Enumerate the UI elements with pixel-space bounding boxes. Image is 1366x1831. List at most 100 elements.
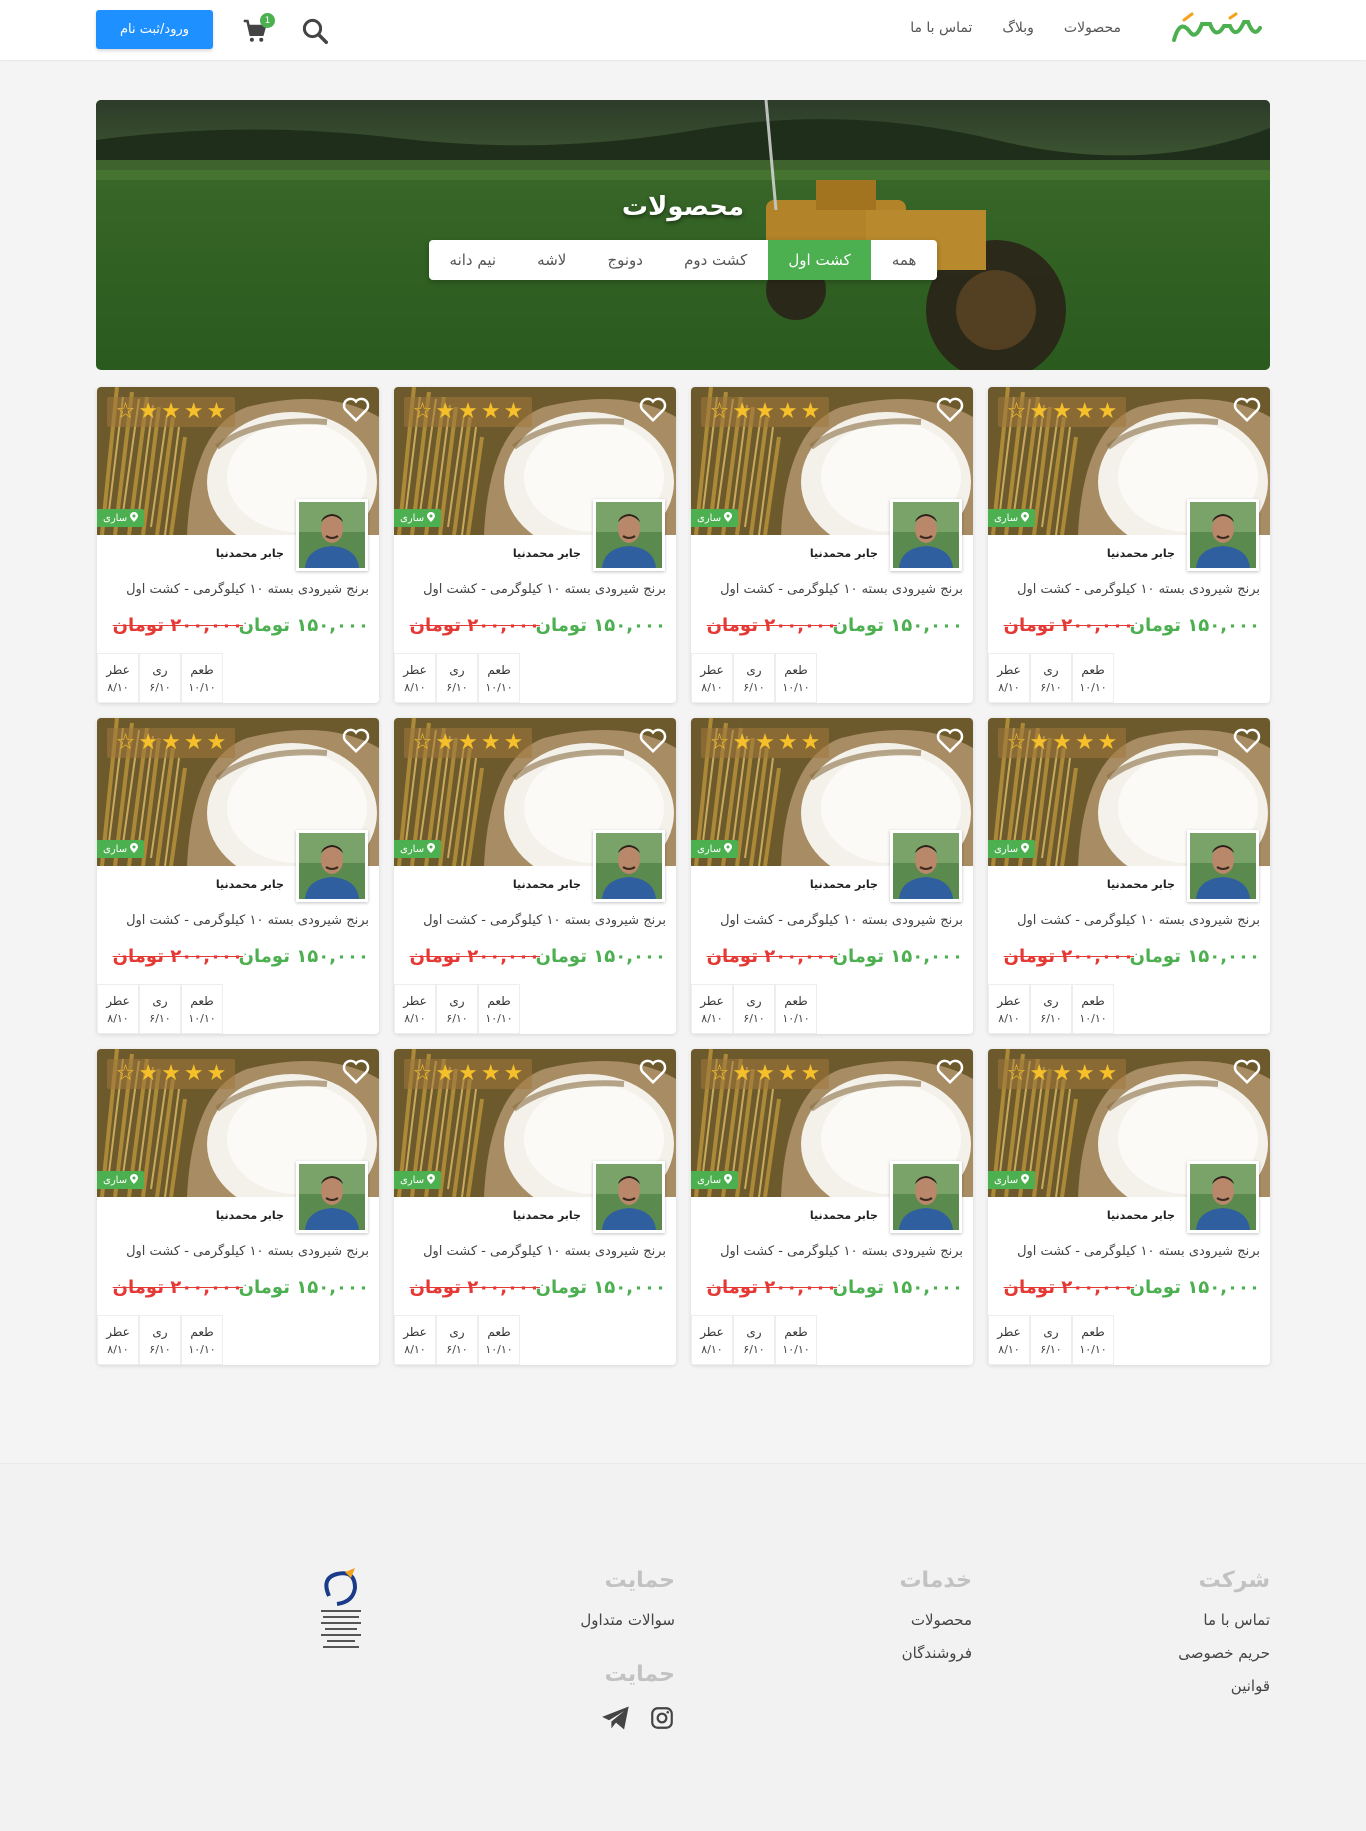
product-title[interactable]: برنج شیرودی بسته ۱۰ کیلوگرمی - کشت اول [126,582,369,597]
product-card[interactable]: ★ ★ ★ ★ ☆ ساری جابر محمدنیا برنج شیرودی بسته… [394,718,676,1034]
tab-all[interactable]: همه [871,240,937,280]
footer-link-products[interactable]: محصولات [899,1611,972,1629]
nav-contact[interactable]: تماس با ما [910,20,972,36]
star-filled-icon: ★ [161,1061,181,1086]
favorite-heart-icon[interactable] [638,395,668,423]
seller-avatar[interactable] [890,499,962,571]
seller-name[interactable]: جابر محمدنیا [513,1209,581,1222]
seller-name[interactable]: جابر محمدنیا [1107,1209,1175,1222]
nav-products[interactable]: محصولات [1064,20,1121,36]
footer-support: حمایت سوالات متداول [580,1568,675,1644]
product-card[interactable]: ★ ★ ★ ★ ☆ ساری جابر محمدنیا برنج شیرودی بسته… [691,718,973,1034]
favorite-heart-icon[interactable] [1232,395,1262,423]
attr-taste: طعم ۱۰/۱۰ [181,1315,223,1365]
attr-cooking: ری ۶/۱۰ [733,653,775,703]
enamad-trust-seal[interactable] [315,1566,367,1652]
favorite-heart-icon[interactable] [935,1057,965,1085]
price-current: ۱۵۰,۰۰۰ تومان [238,1277,369,1298]
footer-link-privacy[interactable]: حریم خصوصی [1178,1644,1270,1662]
quality-attributes: عطر ۸/۱۰ ری ۶/۱۰ طعم ۱۰/۱۰ [988,984,1114,1034]
tab-half-grain[interactable]: نیم دانه [429,240,517,280]
product-title[interactable]: برنج شیرودی بسته ۱۰ کیلوگرمی - کشت اول [1017,582,1260,597]
instagram-icon[interactable] [649,1705,675,1735]
tab-lasheh[interactable]: لاشه [517,240,587,280]
product-title[interactable]: برنج شیرودی بسته ۱۰ کیلوگرمی - کشت اول [1017,1244,1260,1259]
location-pin-icon [130,1173,139,1187]
star-filled-icon: ★ [435,730,456,755]
seller-avatar[interactable] [1187,1161,1259,1233]
location-badge: ساری [394,509,442,527]
price-original: ۲۰۰,۰۰۰ تومان [409,615,540,636]
favorite-heart-icon[interactable] [341,1057,371,1085]
product-title[interactable]: برنج شیرودی بسته ۱۰ کیلوگرمی - کشت اول [423,582,666,597]
seller-avatar[interactable] [296,1161,368,1233]
seller-name[interactable]: جابر محمدنیا [1107,547,1175,560]
product-title[interactable]: برنج شیرودی بسته ۱۰ کیلوگرمی - کشت اول [720,1244,963,1259]
seller-avatar[interactable] [890,1161,962,1233]
favorite-heart-icon[interactable] [341,726,371,754]
favorite-heart-icon[interactable] [1232,1057,1262,1085]
seller-avatar[interactable] [296,499,368,571]
seller-avatar[interactable] [593,1161,665,1233]
seller-avatar[interactable] [593,499,665,571]
product-card[interactable]: ★ ★ ★ ★ ☆ ساری جابر محمدنیا برنج شیرودی بسته… [988,718,1270,1034]
footer-link-contact[interactable]: تماس با ما [1178,1611,1270,1629]
location-pin-icon [427,1173,436,1187]
product-card[interactable]: ★ ★ ★ ★ ☆ ساری جابر محمدنیا برنج شیرودی بسته… [394,387,676,703]
product-card[interactable]: ★ ★ ★ ★ ☆ ساری جابر محمدنیا برنج شیرودی بسته… [988,387,1270,703]
product-card[interactable]: ★ ★ ★ ★ ☆ ساری جابر محمدنیا برنج شیرودی بسته… [394,1049,676,1365]
seller-name[interactable]: جابر محمدنیا [810,547,878,560]
nav-blog[interactable]: وبلاگ [1002,20,1034,36]
product-card[interactable]: ★ ★ ★ ★ ☆ ساری جابر محمدنیا برنج شیرودی بسته… [97,718,379,1034]
star-filled-icon: ★ [1074,1061,1095,1086]
seller-avatar[interactable] [593,830,665,902]
seller-name[interactable]: جابر محمدنیا [810,878,878,891]
telegram-icon[interactable] [601,1705,631,1735]
seller-name[interactable]: جابر محمدنیا [216,1209,284,1222]
tab-second-harvest[interactable]: کشت دوم [664,240,768,280]
seller-avatar[interactable] [296,830,368,902]
product-card[interactable]: ★ ★ ★ ★ ☆ ساری جابر محمدنیا برنج شیرودی بسته… [97,387,379,703]
product-title[interactable]: برنج شیرودی بسته ۱۰ کیلوگرمی - کشت اول [423,1244,666,1259]
footer-heading: خدمات [899,1568,972,1593]
seller-avatar[interactable] [1187,830,1259,902]
product-title[interactable]: برنج شیرودی بسته ۱۰ کیلوگرمی - کشت اول [720,913,963,928]
price-original: ۲۰۰,۰۰۰ تومان [1003,1277,1134,1298]
product-card[interactable]: ★ ★ ★ ★ ☆ ساری جابر محمدنیا برنج شیرودی بسته… [691,1049,973,1365]
footer-link-faq[interactable]: سوالات متداول [580,1611,675,1629]
product-title[interactable]: برنج شیرودی بسته ۱۰ کیلوگرمی - کشت اول [423,913,666,928]
favorite-heart-icon[interactable] [638,726,668,754]
product-title[interactable]: برنج شیرودی بسته ۱۰ کیلوگرمی - کشت اول [720,582,963,597]
seller-name[interactable]: جابر محمدنیا [1107,878,1175,891]
login-register-button[interactable]: ورود/ثبت نام [96,10,213,49]
footer-link-terms[interactable]: قوانین [1178,1677,1270,1695]
product-card[interactable]: ★ ★ ★ ★ ☆ ساری جابر محمدنیا برنج شیرودی بسته… [988,1049,1270,1365]
favorite-heart-icon[interactable] [935,395,965,423]
seller-name[interactable]: جابر محمدنیا [513,878,581,891]
seller-name[interactable]: جابر محمدنیا [216,878,284,891]
star-filled-icon: ★ [161,730,181,755]
favorite-heart-icon[interactable] [341,395,371,423]
favorite-heart-icon[interactable] [1232,726,1262,754]
tab-donoj[interactable]: دونوج [587,240,664,280]
site-logo[interactable] [1170,10,1264,48]
seller-avatar[interactable] [890,830,962,902]
seller-name[interactable]: جابر محمدنیا [216,547,284,560]
product-card[interactable]: ★ ★ ★ ★ ☆ ساری جابر محمدنیا برنج شیرودی بسته… [691,387,973,703]
attr-cooking: ری ۶/۱۰ [733,1315,775,1365]
favorite-heart-icon[interactable] [935,726,965,754]
favorite-heart-icon[interactable] [638,1057,668,1085]
product-title[interactable]: برنج شیرودی بسته ۱۰ کیلوگرمی - کشت اول [126,1244,369,1259]
product-card[interactable]: ★ ★ ★ ★ ☆ ساری جابر محمدنیا برنج شیرودی بسته… [97,1049,379,1365]
cart-icon[interactable]: 1 [240,13,275,46]
seller-avatar[interactable] [1187,499,1259,571]
location-label: ساری [103,1174,128,1186]
location-badge: ساری [988,1171,1036,1189]
footer-link-sellers[interactable]: فروشندگان [899,1644,972,1662]
tab-first-harvest[interactable]: کشت اول [767,240,872,280]
product-title[interactable]: برنج شیرودی بسته ۱۰ کیلوگرمی - کشت اول [1017,913,1260,928]
product-title[interactable]: برنج شیرودی بسته ۱۰ کیلوگرمی - کشت اول [126,913,369,928]
seller-name[interactable]: جابر محمدنیا [810,1209,878,1222]
seller-name[interactable]: جابر محمدنیا [513,547,581,560]
search-icon[interactable] [300,16,330,46]
